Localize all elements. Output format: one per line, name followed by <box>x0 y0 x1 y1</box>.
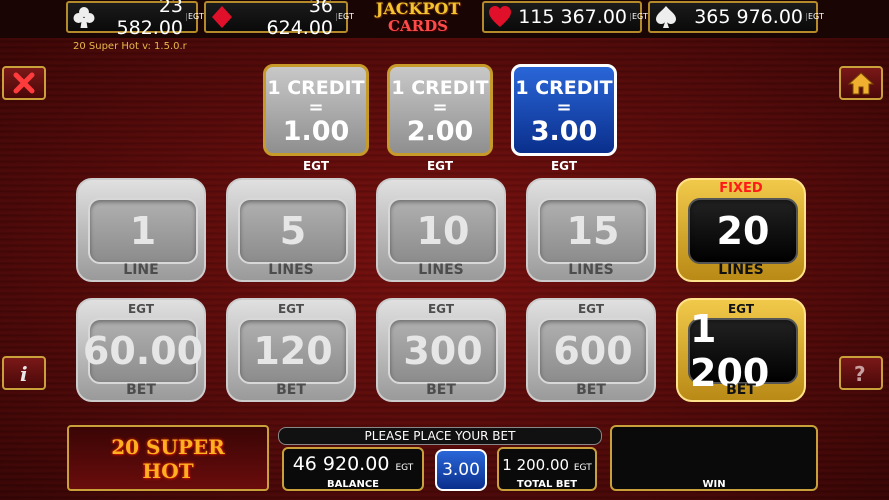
help-button[interactable]: ? <box>839 356 883 390</box>
bet-tag: EGT <box>277 302 305 316</box>
jackpot-diamonds: 36 624.00 EGT <box>204 0 354 39</box>
status-message: PLEASE PLACE YOUR BET <box>278 427 602 445</box>
home-icon <box>848 72 874 95</box>
fixed-label: FIXED <box>719 181 763 196</box>
win-label: WIN <box>702 479 726 490</box>
bet-value: 1 200 <box>688 307 798 395</box>
logo-line-1: JACKPOT <box>375 0 461 18</box>
total-bet-display: 1 200.00 EGT TOTAL BET <box>497 447 597 491</box>
total-bet-unit: EGT <box>573 463 592 473</box>
lines-label: LINES <box>568 262 614 278</box>
info-button[interactable]: i <box>2 356 46 390</box>
bet-label: BET <box>726 382 756 398</box>
bet-label: BET <box>126 382 156 398</box>
bet-button-600[interactable]: EGT 600 BET <box>526 298 656 402</box>
lines-label: LINES <box>718 262 764 278</box>
game-logo-line-1: 20 SUPER <box>111 435 225 459</box>
info-icon: i <box>20 362 28 385</box>
jackpot-hearts: 115 367.00 EGT <box>482 1 648 33</box>
denomination-amount: 1.00 <box>282 116 350 147</box>
lines-label: LINES <box>418 262 464 278</box>
jackpot-value: 365 976.00 <box>694 6 803 28</box>
lines-value: 15 <box>538 198 648 264</box>
jackpot-tag: EGT <box>806 12 824 21</box>
denomination-credit: 1 CREDIT <box>267 77 365 99</box>
denomination-button-2[interactable]: 1 CREDIT = 2.00 EGT <box>387 64 493 173</box>
lines-value: 1 <box>88 198 198 264</box>
denomination-unit: EGT <box>550 159 578 173</box>
balance-display: 46 920.00 EGT BALANCE <box>282 447 424 491</box>
spades-icon <box>652 3 680 31</box>
lines-button-5[interactable]: 5 LINES <box>226 178 356 282</box>
lines-button-1[interactable]: 1 LINE <box>76 178 206 282</box>
jackpot-bar: 23 582.00 EGT 36 624.00 EGT JACKPOT CARD… <box>0 0 889 39</box>
game-logo: 20 SUPER HOT <box>67 425 269 491</box>
bet-label: BET <box>576 382 606 398</box>
jackpot-value: 115 367.00 <box>518 6 627 28</box>
denomination-button-3[interactable]: 1 CREDIT = 3.00 EGT <box>511 64 617 173</box>
denomination-amount: 3.00 <box>530 116 598 147</box>
denomination-equals: = <box>556 97 572 118</box>
balance-value: 46 920.00 <box>292 453 390 475</box>
lines-value: 5 <box>238 198 348 264</box>
win-display: WIN <box>610 425 818 491</box>
balance-label: BALANCE <box>326 479 379 490</box>
total-bet-value: 1 200.00 <box>502 456 570 474</box>
jackpot-clubs: 23 582.00 EGT <box>66 0 204 39</box>
denomination-credit: 1 CREDIT <box>515 77 613 99</box>
bet-label: BET <box>276 382 306 398</box>
bet-tag: EGT <box>577 302 605 316</box>
diamonds-icon <box>208 3 236 31</box>
jackpot-value: 36 624.00 <box>266 0 333 39</box>
bet-button-60[interactable]: EGT 60.00 BET <box>76 298 206 402</box>
bet-tag: EGT <box>427 302 455 316</box>
denomination-button-1[interactable]: 1 CREDIT = 1.00 EGT <box>263 64 369 173</box>
jackpot-tag: EGT <box>630 12 648 21</box>
lines-button-15[interactable]: 15 LINES <box>526 178 656 282</box>
close-icon <box>13 72 35 94</box>
jackpot-tag: EGT <box>336 12 354 21</box>
jackpot-spades: 365 976.00 EGT <box>648 1 824 33</box>
bet-tag: EGT <box>127 302 155 316</box>
total-bet-label: TOTAL BET <box>516 479 578 490</box>
jackpot-cards-logo: JACKPOT CARDS <box>368 0 468 36</box>
svg-text:i: i <box>20 362 28 385</box>
current-bet-button[interactable]: 3.00 <box>435 449 487 491</box>
game-logo-line-2: HOT <box>142 459 194 483</box>
bet-value: 60.00 <box>83 318 203 384</box>
hearts-icon <box>486 3 514 31</box>
bet-value: 300 <box>388 318 498 384</box>
lines-label: LINE <box>123 262 159 278</box>
bet-value: 600 <box>538 318 648 384</box>
denomination-equals: = <box>308 97 324 118</box>
jackpot-tag: EGT <box>186 12 204 21</box>
lines-value: 20 <box>688 198 798 264</box>
home-button[interactable] <box>839 66 883 100</box>
denomination-unit: EGT <box>302 159 330 173</box>
denomination-credit: 1 CREDIT <box>391 77 489 99</box>
lines-button-20[interactable]: FIXED 20 LINES <box>676 178 806 282</box>
jackpot-value: 23 582.00 <box>116 0 183 39</box>
version-text: 20 Super Hot v: 1.5.0.r <box>73 41 187 52</box>
close-button[interactable] <box>2 66 46 100</box>
bet-button-300[interactable]: EGT 300 BET <box>376 298 506 402</box>
denomination-equals: = <box>432 97 448 118</box>
logo-line-2: CARDS <box>388 17 448 35</box>
lines-value: 10 <box>388 198 498 264</box>
denomination-unit: EGT <box>426 159 454 173</box>
bet-value: 120 <box>238 318 348 384</box>
balance-unit: EGT <box>395 463 414 473</box>
denomination-amount: 2.00 <box>406 116 474 147</box>
lines-label: LINES <box>268 262 314 278</box>
bet-button-1200[interactable]: EGT 1 200 BET <box>676 298 806 402</box>
lines-button-10[interactable]: 10 LINES <box>376 178 506 282</box>
svg-text:?: ? <box>854 362 866 385</box>
bet-label: BET <box>426 382 456 398</box>
help-icon: ? <box>854 362 866 385</box>
bet-button-120[interactable]: EGT 120 BET <box>226 298 356 402</box>
clubs-icon <box>70 3 98 31</box>
